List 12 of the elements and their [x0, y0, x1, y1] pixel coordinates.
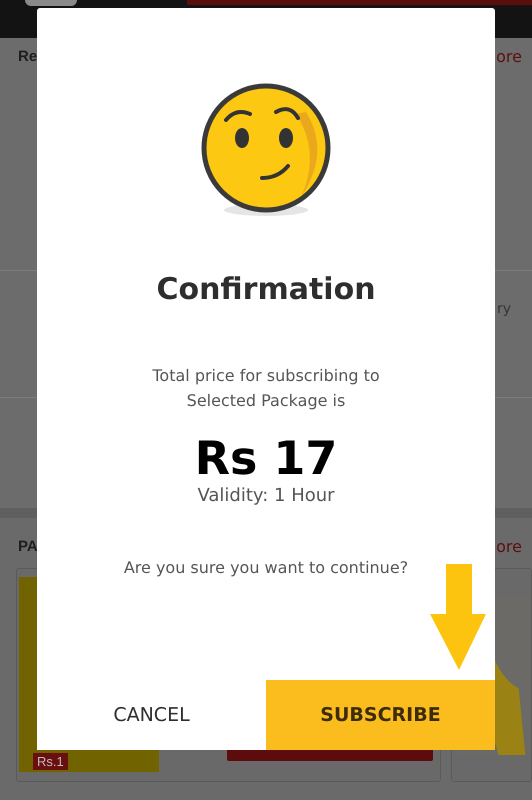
subscribe-button[interactable]: SUBSCRIBE [266, 680, 495, 750]
down-arrow-icon [428, 562, 488, 672]
section-title: PA [18, 538, 38, 554]
dialog-title: Confirmation [156, 272, 376, 307]
avatar-icon [25, 0, 77, 6]
dialog-message: Total price for subscribing to Selected Package is [151, 365, 381, 412]
confirm-question: Are you sure you want to continue? [124, 558, 408, 577]
row-text: ry [497, 301, 512, 317]
card-price: Rs.1 [33, 753, 68, 770]
validity-text: Validity: 1 Hour [197, 485, 335, 506]
price-text: Rs 17 [194, 431, 338, 485]
section-title: Re [18, 48, 38, 64]
